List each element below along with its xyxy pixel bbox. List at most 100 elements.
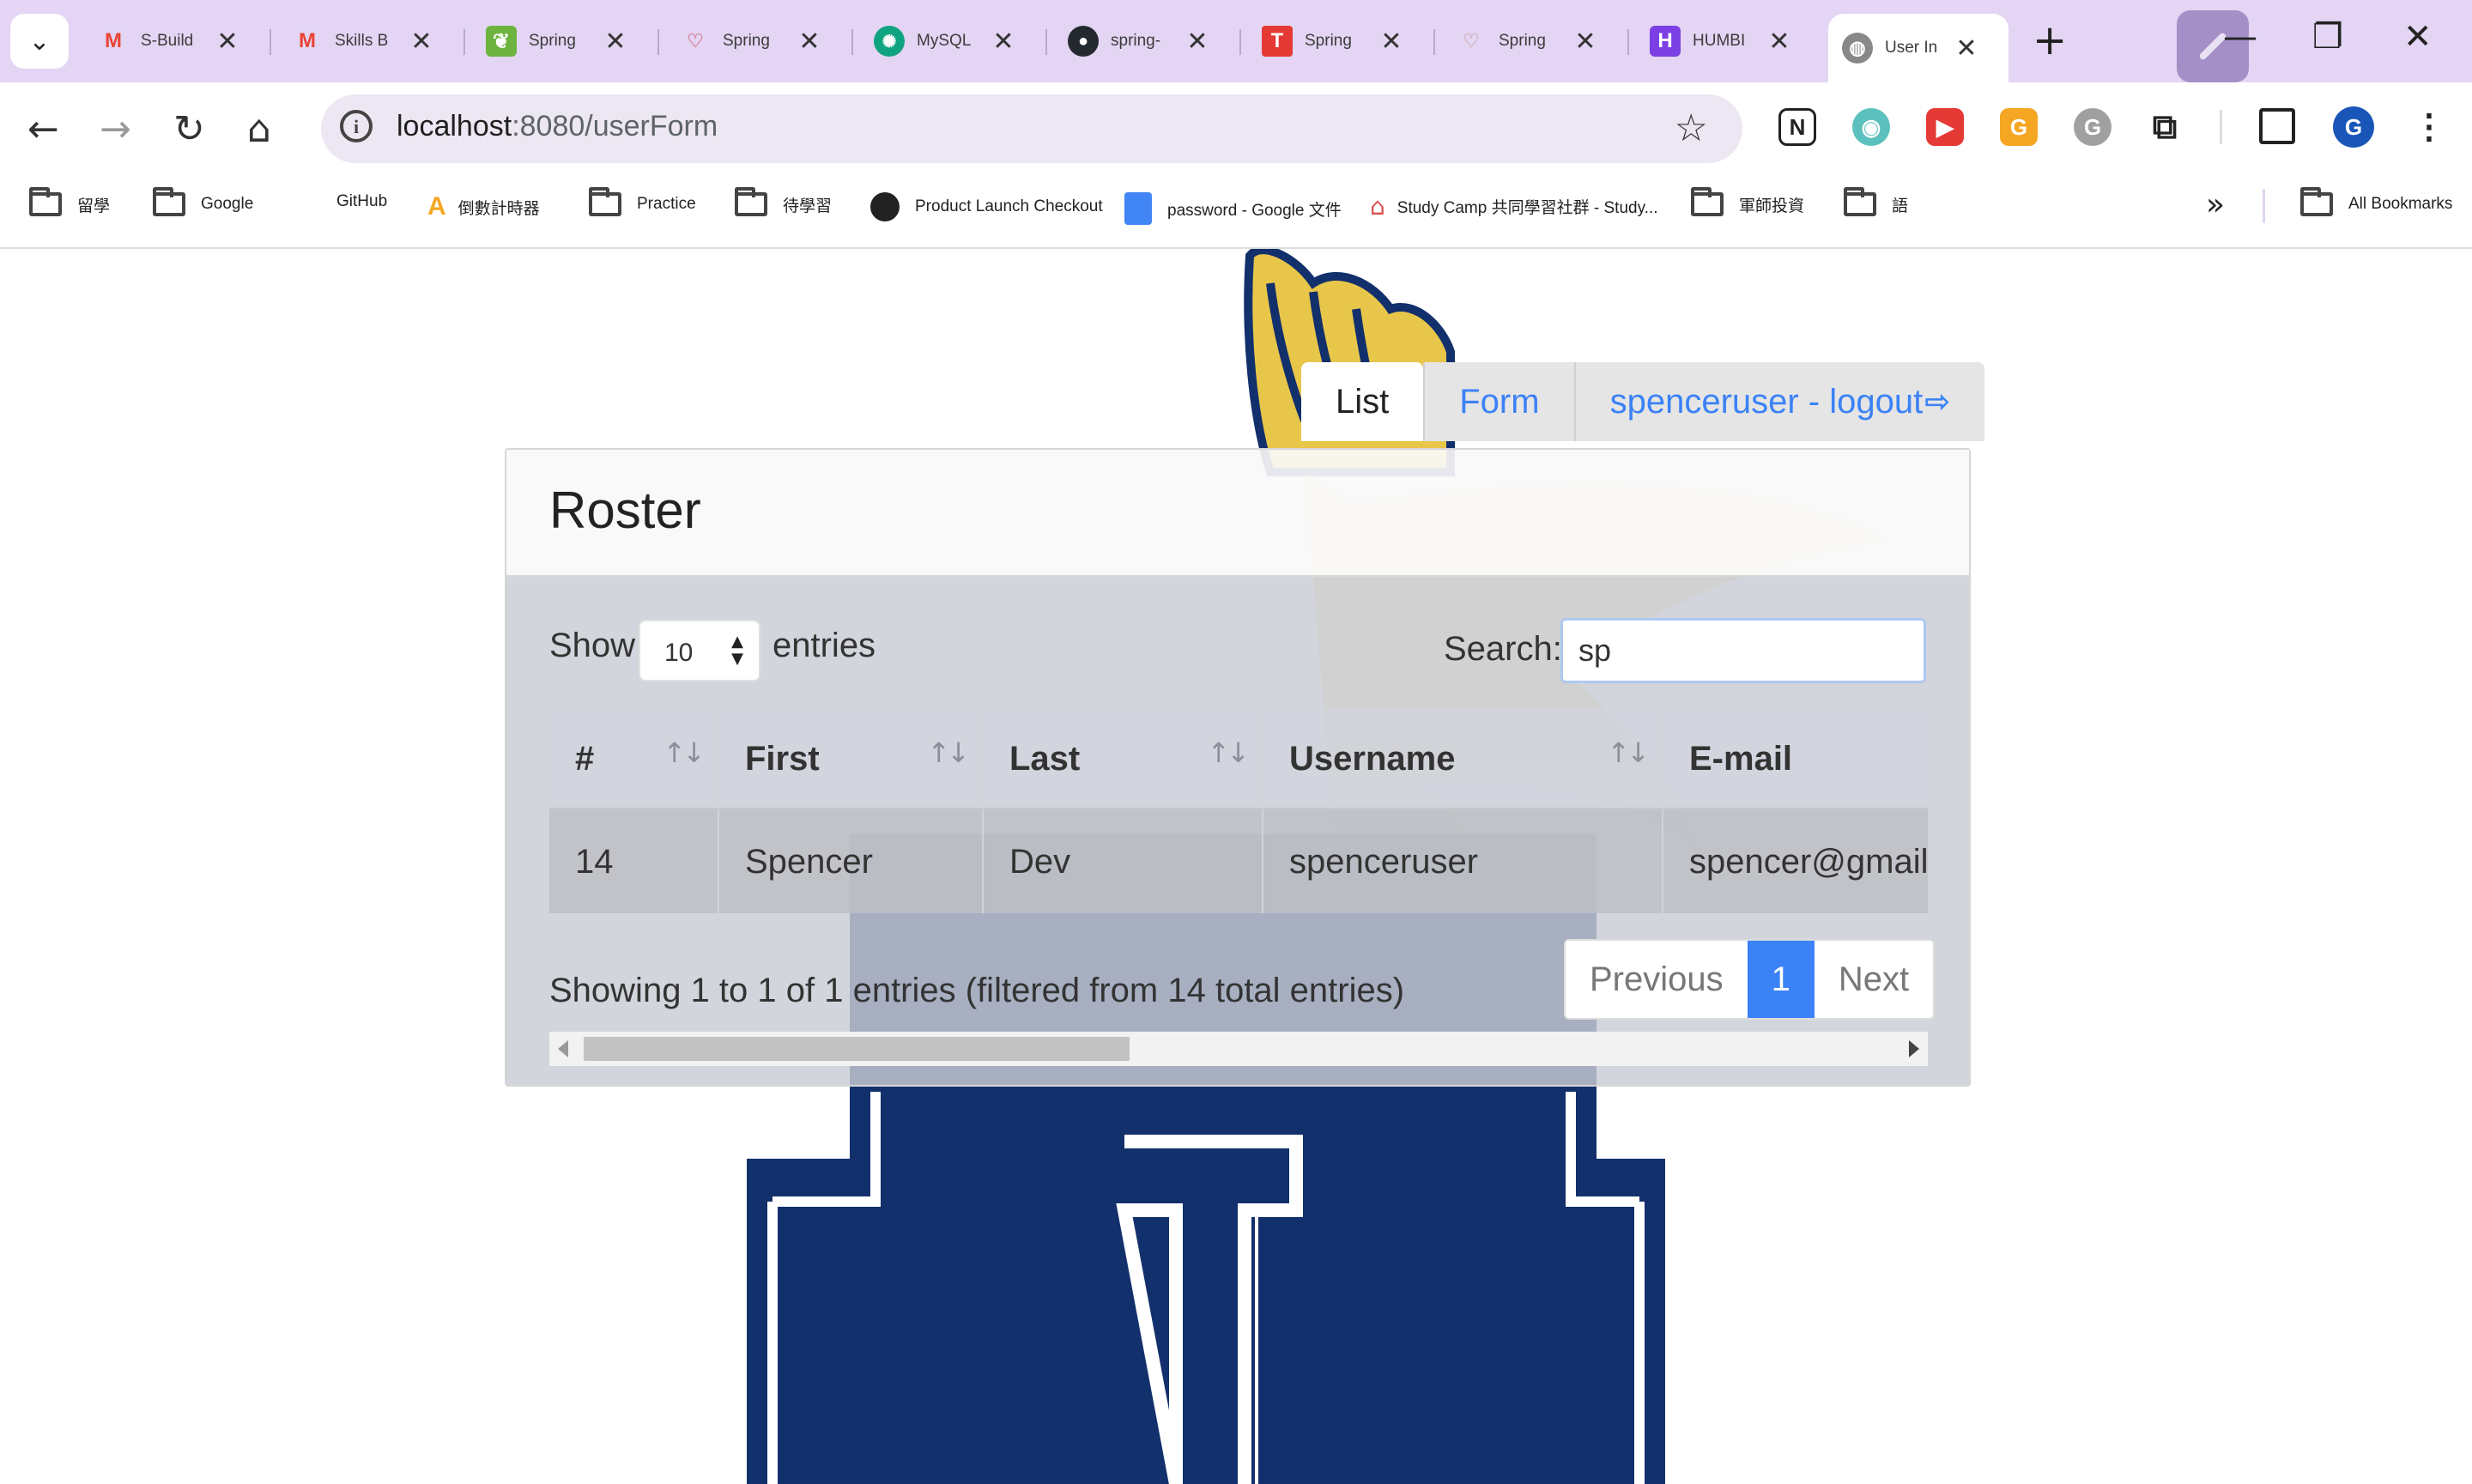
column-header-id[interactable]: # ↑↓ bbox=[549, 707, 719, 810]
spring-icon: ♡ bbox=[1463, 30, 1480, 51]
youtube-extension-icon[interactable]: ▶ bbox=[1926, 108, 1964, 146]
url-text[interactable]: localhost:8080/userForm bbox=[397, 110, 718, 143]
close-icon[interactable]: ✕ bbox=[1572, 27, 1598, 57]
close-icon[interactable]: ✕ bbox=[215, 27, 240, 57]
page-1-button[interactable]: 1 bbox=[1747, 941, 1815, 1018]
bookmark-item[interactable]: A 倒數計時器 bbox=[427, 192, 540, 221]
scroll-left-arrow-icon[interactable] bbox=[558, 1040, 568, 1057]
toolbar-divider bbox=[2220, 110, 2222, 144]
more-bookmarks-icon[interactable]: » bbox=[2206, 187, 2225, 222]
bookmark-item[interactable]: ⌂ Study Camp 共同學習社群 - Study... bbox=[1370, 192, 1658, 221]
cell-email: spencer@gmail.com bbox=[1689, 843, 1928, 881]
column-header-username[interactable]: Username ↑↓ bbox=[1263, 707, 1663, 810]
bookmark-label: password - Google 文件 bbox=[1167, 201, 1342, 220]
tab[interactable]: ✺ MySQL ✕ bbox=[855, 14, 1016, 69]
table-cell: Dev bbox=[984, 810, 1263, 913]
bookmark-item[interactable]: password - Google 文件 bbox=[1124, 192, 1342, 225]
bookmark-item[interactable]: Product Launch Checkout bbox=[870, 192, 1103, 221]
minimize-icon[interactable]: — bbox=[2223, 17, 2257, 57]
close-window-icon[interactable]: ✕ bbox=[2403, 17, 2433, 57]
globe-icon bbox=[870, 192, 900, 221]
tab[interactable]: ● spring- ✕ bbox=[1049, 14, 1210, 69]
next-button[interactable]: Next bbox=[1814, 941, 1934, 1018]
close-icon[interactable]: ✕ bbox=[1184, 27, 1210, 57]
close-icon[interactable]: ✕ bbox=[1954, 33, 1979, 64]
url-host: localhost bbox=[397, 110, 512, 142]
bookmark-label: 留學 bbox=[77, 197, 111, 215]
side-panel-icon[interactable] bbox=[2259, 108, 2295, 144]
all-bookmarks[interactable]: All Bookmarks bbox=[2300, 187, 2452, 216]
tab-list[interactable]: List bbox=[1301, 362, 1424, 441]
menu-kebab-icon[interactable]: ⋮ bbox=[2410, 108, 2448, 146]
bookmark-item[interactable]: 留學 bbox=[29, 187, 111, 216]
page-length-select[interactable]: 10 ▲ ▼ bbox=[639, 620, 760, 681]
close-icon[interactable]: ✕ bbox=[797, 27, 822, 57]
tab-title: spring- bbox=[1111, 32, 1161, 50]
bookmark-item[interactable]: Practice bbox=[589, 187, 696, 216]
tab[interactable]: ❦ Spring ✕ bbox=[467, 14, 628, 69]
folder-icon bbox=[153, 187, 185, 216]
bookmark-item[interactable]: Google bbox=[153, 187, 253, 216]
search-input[interactable]: sp bbox=[1560, 618, 1926, 683]
tab-separator bbox=[270, 29, 271, 55]
bookmark-label: Product Launch Checkout bbox=[915, 197, 1103, 215]
page-length-value: 10 bbox=[664, 639, 694, 667]
tab[interactable]: M S-Build ✕ bbox=[79, 14, 240, 69]
extension-g-icon[interactable]: G bbox=[2000, 108, 2038, 146]
column-header-last[interactable]: Last ↑↓ bbox=[984, 707, 1263, 810]
tab-search-button[interactable]: ⌄ bbox=[10, 14, 69, 69]
tab-active[interactable]: ◍ User In ✕ bbox=[1828, 14, 2008, 82]
show-label: Show bbox=[549, 627, 636, 664]
tab[interactable]: M Skills B ✕ bbox=[273, 14, 434, 69]
tab-title: User In bbox=[1885, 39, 1938, 57]
previous-button[interactable]: Previous bbox=[1566, 941, 1748, 1018]
bookmark-item[interactable]: 待學習 bbox=[735, 187, 833, 216]
horizontal-scrollbar[interactable] bbox=[549, 1032, 1928, 1066]
scrollbar-thumb[interactable] bbox=[584, 1037, 1130, 1061]
extension-icon[interactable]: ◉ bbox=[1852, 108, 1890, 146]
close-icon[interactable]: ✕ bbox=[991, 27, 1016, 57]
bookmark-item[interactable]: 語 bbox=[1844, 187, 1908, 216]
close-icon[interactable]: ✕ bbox=[1378, 27, 1404, 57]
bookmark-star-icon[interactable]: ☆ bbox=[1675, 106, 1708, 150]
card-header: Roster bbox=[506, 450, 1969, 577]
tab-title: Skills B bbox=[335, 32, 389, 50]
home-icon[interactable]: ⌂ bbox=[247, 108, 271, 151]
restore-icon[interactable]: ❐ bbox=[2312, 17, 2343, 57]
column-header-email[interactable]: E-mail bbox=[1663, 707, 1928, 810]
bookmarks-divider bbox=[2263, 189, 2265, 223]
folder-icon bbox=[29, 187, 62, 216]
notion-icon[interactable]: N bbox=[1778, 108, 1816, 146]
sort-icon: ↑↓ bbox=[663, 736, 706, 769]
tab-title: MySQL bbox=[917, 32, 972, 50]
entries-label: entries bbox=[772, 627, 876, 664]
tab-form[interactable]: Form bbox=[1423, 362, 1574, 441]
extensions-puzzle-icon[interactable]: ⧉ bbox=[2146, 108, 2184, 146]
address-bar[interactable]: i localhost:8080/userForm ☆ bbox=[321, 94, 1742, 163]
close-icon[interactable]: ✕ bbox=[409, 27, 434, 57]
cell-last: Dev bbox=[1009, 843, 1071, 881]
column-header-first[interactable]: First ↑↓ bbox=[719, 707, 984, 810]
new-tab-button[interactable]: + bbox=[2033, 19, 2067, 62]
profile-avatar[interactable]: G bbox=[2333, 106, 2374, 148]
cell-username: spenceruser bbox=[1289, 843, 1479, 881]
tab[interactable]: H HUMBI ✕ bbox=[1631, 14, 1792, 69]
reload-icon[interactable]: ↻ bbox=[173, 108, 205, 151]
back-icon[interactable]: ← bbox=[27, 108, 59, 151]
tab-title: Spring bbox=[1499, 32, 1546, 50]
bookmark-item[interactable]: GitHub bbox=[336, 192, 387, 211]
tab[interactable]: T Spring ✕ bbox=[1243, 14, 1404, 69]
scroll-right-arrow-icon[interactable] bbox=[1909, 1040, 1919, 1057]
forward-icon[interactable]: → bbox=[100, 108, 131, 151]
logout-link[interactable]: spenceruser - logout ⇨ bbox=[1573, 362, 1985, 441]
bookmark-label: 待學習 bbox=[783, 197, 833, 215]
tab-separator bbox=[1627, 29, 1629, 55]
close-icon[interactable]: ✕ bbox=[603, 27, 628, 57]
bookmark-item[interactable]: 軍師投資 bbox=[1691, 187, 1804, 216]
tab[interactable]: ♡ Spring ✕ bbox=[1437, 14, 1598, 69]
close-icon[interactable]: ✕ bbox=[1766, 27, 1792, 57]
grammarly-icon[interactable]: G bbox=[2074, 108, 2112, 146]
tab-strip: ⌄ M S-Build ✕ M Skills B ✕ ❦ Spring ✕ ♡ … bbox=[0, 0, 2472, 82]
tab[interactable]: ♡ Spring ✕ bbox=[661, 14, 822, 69]
site-info-icon[interactable]: i bbox=[340, 110, 373, 142]
